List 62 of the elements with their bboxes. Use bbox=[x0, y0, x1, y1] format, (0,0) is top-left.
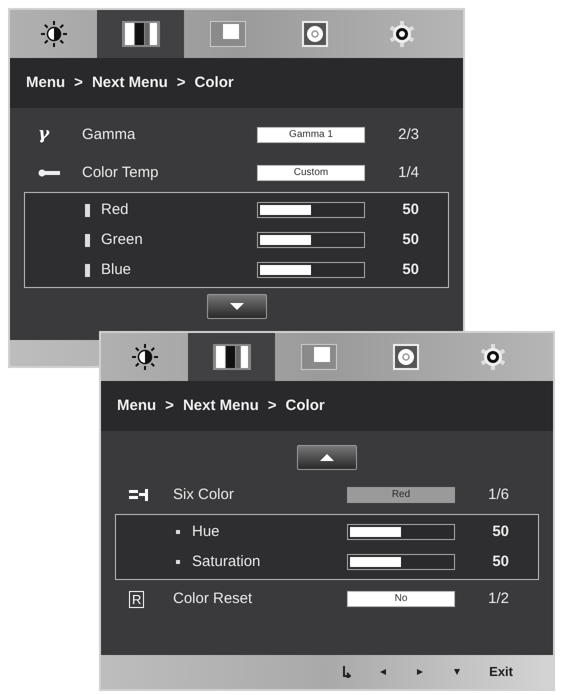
return-icon[interactable] bbox=[341, 666, 352, 678]
option-label: Six Color bbox=[173, 484, 235, 505]
breadcrumb-item: > bbox=[176, 72, 186, 93]
bar-bullet-icon bbox=[85, 234, 90, 246]
slider-track[interactable] bbox=[347, 524, 455, 540]
breadcrumb-item: > bbox=[268, 396, 277, 416]
slider-label: Saturation bbox=[192, 552, 262, 572]
slider-label: Hue bbox=[192, 522, 221, 542]
dot-bullet-icon bbox=[176, 560, 180, 564]
option-value-field[interactable]: Custom bbox=[257, 165, 365, 181]
gamma-icon: γ bbox=[38, 122, 50, 148]
right-arrow-icon[interactable] bbox=[415, 666, 426, 678]
left-arrow-icon[interactable] bbox=[378, 666, 388, 678]
picture-icon bbox=[210, 21, 246, 47]
picture-icon bbox=[300, 344, 336, 370]
breadcrumb-item: > bbox=[165, 396, 174, 416]
slider-track[interactable] bbox=[257, 232, 365, 248]
thermometer-icon bbox=[38, 169, 60, 177]
slider-label: Blue bbox=[101, 260, 132, 280]
breadcrumb-item: Menu bbox=[26, 72, 66, 93]
slider-track[interactable] bbox=[257, 262, 365, 278]
brightness-icon bbox=[38, 19, 68, 49]
option-index: 2/3 bbox=[397, 124, 419, 145]
slider-track[interactable] bbox=[347, 554, 455, 570]
reset-icon: R bbox=[129, 590, 144, 608]
slider-label: Green bbox=[101, 230, 144, 250]
color-bars-icon bbox=[212, 344, 250, 370]
option-label: Gamma bbox=[82, 124, 136, 145]
option-index: 1/2 bbox=[487, 588, 509, 609]
option-value-field[interactable]: No bbox=[347, 591, 455, 607]
breadcrumb-item: Color bbox=[194, 72, 234, 93]
dot-bullet-icon bbox=[176, 530, 180, 534]
breadcrumb-item: Next Menu bbox=[92, 72, 168, 93]
down-triangle-icon bbox=[230, 303, 244, 310]
slider-reading: 50 bbox=[401, 230, 419, 250]
slider-label: Red bbox=[101, 200, 130, 220]
breadcrumb-item: Color bbox=[286, 396, 325, 416]
slider-track[interactable] bbox=[257, 202, 365, 218]
option-value-field[interactable]: Red bbox=[347, 487, 455, 503]
slider-reading: 50 bbox=[401, 260, 419, 280]
scroll-up-button[interactable] bbox=[297, 445, 357, 470]
bar-bullet-icon bbox=[85, 204, 90, 216]
slider-reading: 50 bbox=[491, 552, 509, 572]
color-bars-icon bbox=[122, 21, 160, 47]
scroll-down-button[interactable] bbox=[206, 294, 266, 319]
breadcrumb-item: Next Menu bbox=[182, 396, 259, 416]
exit-button[interactable]: Exit bbox=[489, 662, 513, 682]
up-triangle-icon bbox=[320, 454, 334, 461]
option-label: Color Temp bbox=[82, 162, 160, 183]
slider-reading: 50 bbox=[401, 200, 419, 220]
option-index: 1/4 bbox=[397, 162, 419, 183]
bar-bullet-icon bbox=[85, 264, 90, 276]
brightness-icon bbox=[130, 342, 160, 372]
breadcrumb-item: > bbox=[74, 72, 83, 93]
slider-reading: 50 bbox=[491, 522, 509, 542]
option-value-field[interactable]: Gamma 1 bbox=[257, 127, 365, 143]
six-color-icon bbox=[129, 489, 149, 501]
menu-tab[interactable] bbox=[188, 333, 275, 381]
menu-tab[interactable] bbox=[97, 10, 184, 58]
option-label: Color Reset bbox=[173, 588, 254, 609]
option-index: 1/6 bbox=[487, 484, 509, 505]
breadcrumb-item: Menu bbox=[117, 396, 156, 416]
